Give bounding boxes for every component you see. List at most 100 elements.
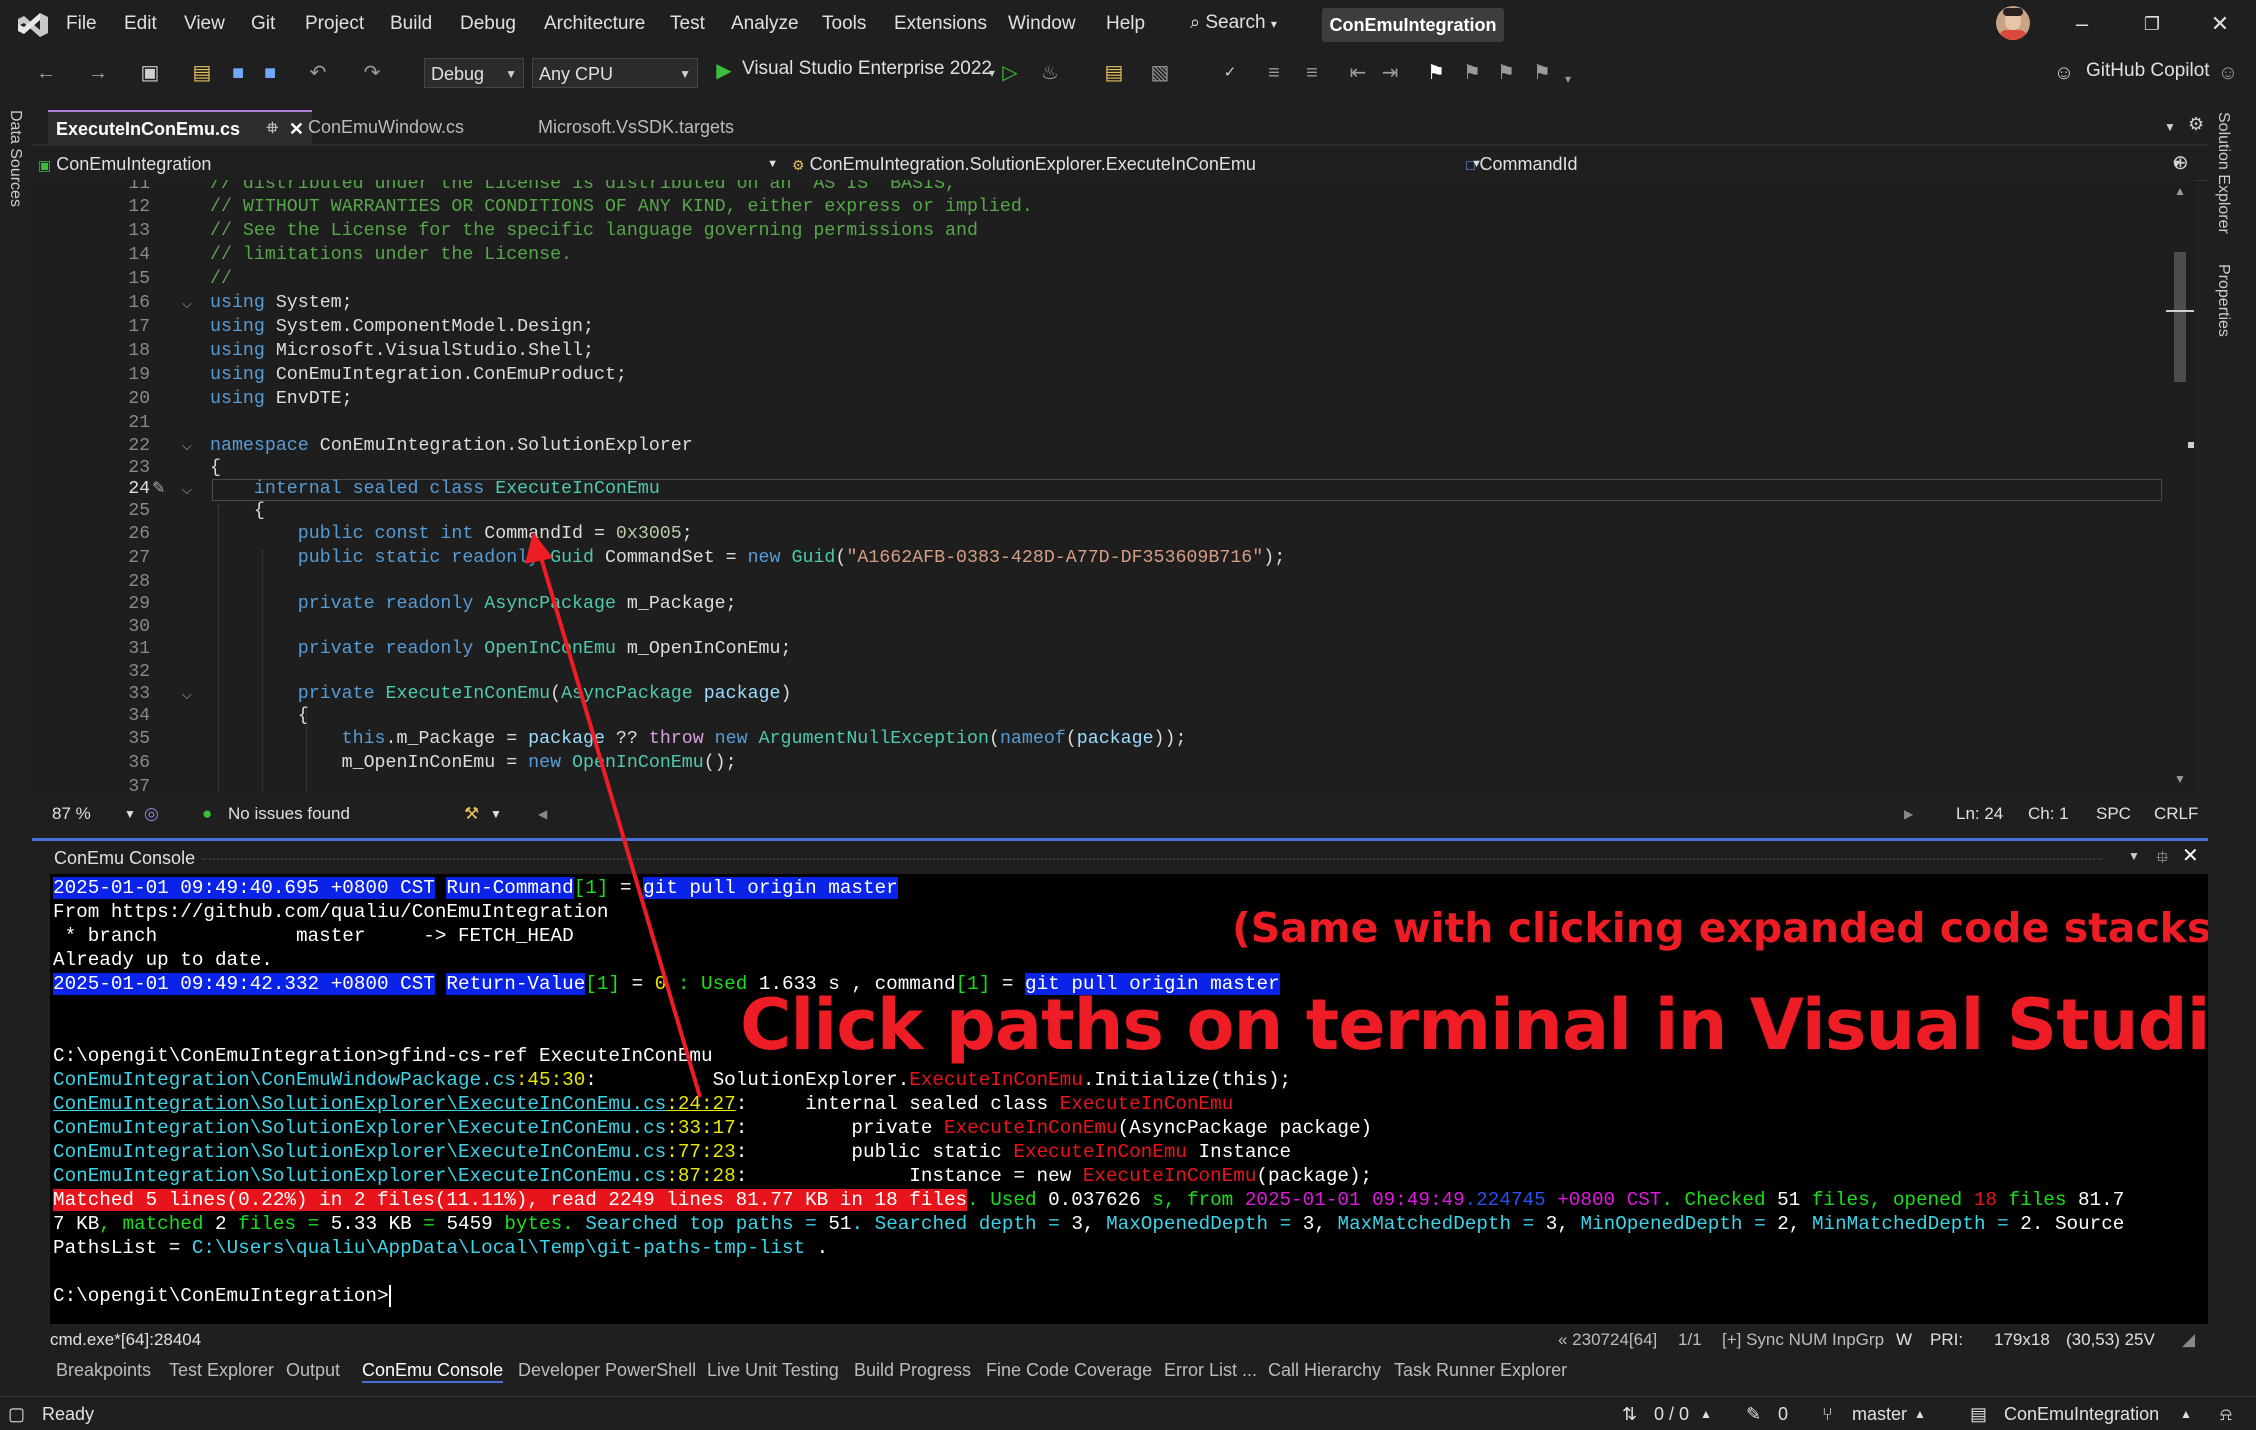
fold-toggle-icon[interactable]: ⌵ bbox=[182, 687, 192, 703]
tab-breakpoints[interactable]: Breakpoints bbox=[56, 1360, 151, 1381]
console-size-indicator[interactable]: 179x18 bbox=[1994, 1330, 2050, 1350]
pending-changes-count[interactable]: 0 bbox=[1778, 1404, 1788, 1425]
data-sources-tab[interactable]: Data Sources bbox=[6, 110, 24, 207]
tab-vssdk-targets[interactable]: Microsoft.VsSDK.targets bbox=[530, 110, 790, 144]
navigate-back-icon[interactable]: ← bbox=[34, 60, 58, 86]
tab-conemu-window[interactable]: ConEmuWindow.cs bbox=[300, 110, 540, 144]
menu-extensions[interactable]: Extensions bbox=[894, 13, 987, 35]
tab-live-unit-testing[interactable]: Live Unit Testing bbox=[707, 1360, 839, 1381]
tab-error-list[interactable]: Error List ... bbox=[1164, 1360, 1257, 1381]
bookmark-icon[interactable]: ⚑ bbox=[1424, 60, 1448, 86]
indent-icon[interactable]: ⇥ bbox=[1378, 60, 1402, 86]
scroll-left-icon[interactable]: ◀ bbox=[538, 807, 547, 821]
clear-bookmarks-icon[interactable]: ⚑ bbox=[1530, 60, 1554, 86]
column-indicator[interactable]: Ch: 1 bbox=[2028, 804, 2069, 824]
fold-toggle-icon[interactable]: ⌵ bbox=[182, 296, 192, 312]
cursor-position-indicator[interactable]: (30,53) 25V bbox=[2066, 1330, 2155, 1350]
menu-analyze[interactable]: Analyze bbox=[731, 13, 799, 35]
console-mode-indicator[interactable]: [+] Sync NUM InpGrp bbox=[1722, 1330, 1884, 1350]
menu-git[interactable]: Git bbox=[251, 13, 275, 35]
panel-grip[interactable] bbox=[202, 858, 2102, 860]
line-ending-indicator[interactable]: CRLF bbox=[2154, 804, 2198, 824]
comment-icon[interactable]: ≡ bbox=[1262, 60, 1286, 86]
tab-call-hierarchy[interactable]: Call Hierarchy bbox=[1268, 1360, 1381, 1381]
notification-icon[interactable]: ▢ bbox=[8, 1404, 25, 1425]
editor-vertical-scrollbar[interactable]: ▲ ▼ bbox=[2166, 180, 2194, 792]
resize-grip-icon[interactable]: ◢ bbox=[2182, 1330, 2195, 1350]
avatar[interactable] bbox=[1996, 6, 2030, 40]
branch-icon[interactable]: ⑂ bbox=[1822, 1404, 1833, 1425]
scroll-right-icon[interactable]: ▶ bbox=[1904, 807, 1913, 821]
pin-icon[interactable]: ⯐ bbox=[267, 112, 278, 146]
menu-test[interactable]: Test bbox=[670, 13, 705, 35]
menu-edit[interactable]: Edit bbox=[124, 13, 157, 35]
fold-toggle-icon[interactable]: ⌵ bbox=[182, 438, 192, 454]
copilot-status-icon[interactable]: ◎ bbox=[144, 804, 159, 824]
tab-build-progress[interactable]: Build Progress bbox=[854, 1360, 971, 1381]
priority-indicator[interactable]: PRI: bbox=[1930, 1330, 1963, 1350]
settings-icon[interactable]: ⚙ bbox=[2188, 114, 2204, 135]
tab-execute-in-conemu[interactable]: ExecuteInConEmu.cs ⯐ ✕ bbox=[48, 110, 312, 144]
copilot-icon[interactable]: ☺ bbox=[2052, 60, 2076, 86]
type-dropdown[interactable]: ⚙ ConEmuIntegration.SolutionExplorer.Exe… bbox=[792, 150, 1482, 178]
menu-help[interactable]: Help bbox=[1106, 13, 1145, 35]
process-indicator[interactable]: cmd.exe*[64]:28404 bbox=[50, 1330, 201, 1350]
github-copilot-button[interactable]: GitHub Copilot bbox=[2086, 60, 2210, 82]
chevron-up-icon[interactable]: ▲ bbox=[1700, 1407, 1712, 1421]
tab-developer-powershell[interactable]: Developer PowerShell bbox=[518, 1360, 696, 1381]
conemu-terminal[interactable]: 2025-01-01 09:49:40.695 +0800 CST Run-Co… bbox=[50, 874, 2208, 1324]
menu-file[interactable]: File bbox=[66, 13, 97, 35]
chevron-up-icon[interactable]: ▲ bbox=[1914, 1407, 1926, 1421]
code-cleanup-icon[interactable]: ⚒ bbox=[464, 804, 479, 824]
navigate-forward-icon[interactable]: → bbox=[86, 60, 110, 86]
search-result-line[interactable]: ConEmuIntegration\SolutionExplorer\Execu… bbox=[53, 1141, 1291, 1163]
menu-debug[interactable]: Debug bbox=[460, 13, 516, 35]
tab-overflow-icon[interactable]: ▼ bbox=[2164, 120, 2176, 134]
pin-icon[interactable]: ⯐ bbox=[2156, 845, 2169, 874]
menu-tools[interactable]: Tools bbox=[822, 13, 866, 35]
redo-icon[interactable]: ↷ bbox=[360, 60, 384, 86]
browse-icon[interactable]: ▤ bbox=[1102, 60, 1126, 86]
open-folder-icon[interactable]: ▤ bbox=[190, 60, 214, 86]
spell-check-icon[interactable]: ✓ bbox=[1218, 60, 1242, 86]
hot-reload-icon[interactable]: ♨ bbox=[1038, 60, 1062, 86]
quick-actions-icon[interactable]: ✎ bbox=[152, 478, 165, 498]
search-result-line[interactable]: ConEmuIntegration\SolutionExplorer\Execu… bbox=[53, 1117, 1372, 1139]
menu-architecture[interactable]: Architecture bbox=[544, 13, 645, 35]
search-result-line-hovered[interactable]: ConEmuIntegration\SolutionExplorer\Execu… bbox=[53, 1093, 1233, 1115]
issues-status[interactable]: No issues found bbox=[228, 804, 350, 824]
next-bookmark-icon[interactable]: ⚑ bbox=[1494, 60, 1518, 86]
search-box[interactable]: ⌕ Search ▾ bbox=[1190, 12, 1277, 34]
new-project-icon[interactable]: ▣ bbox=[138, 60, 162, 86]
toolbar-overflow-icon[interactable]: ▾ bbox=[1556, 66, 1580, 92]
close-button[interactable]: ✕ bbox=[2200, 8, 2240, 40]
tab-test-explorer[interactable]: Test Explorer bbox=[169, 1360, 274, 1381]
minimize-button[interactable]: – bbox=[2062, 8, 2102, 40]
uncomment-icon[interactable]: ≡ bbox=[1300, 60, 1324, 86]
start-without-debugging-icon[interactable]: ▷ bbox=[998, 60, 1022, 86]
menu-window[interactable]: Window bbox=[1008, 13, 1076, 35]
user-feedback-icon[interactable]: ☺ bbox=[2216, 60, 2240, 86]
git-branch[interactable]: master bbox=[1852, 1404, 1907, 1425]
prev-bookmark-icon[interactable]: ⚑ bbox=[1460, 60, 1484, 86]
tab-task-runner-explorer[interactable]: Task Runner Explorer bbox=[1394, 1360, 1567, 1381]
chevron-down-icon[interactable]: ▼ bbox=[490, 807, 502, 821]
notifications-bell-icon[interactable]: ⍾ bbox=[2220, 1404, 2232, 1425]
code-editor[interactable]: 11 12 13 14 15 16 17 18 19 20 21 22 23 2… bbox=[32, 180, 2166, 792]
repository-icon[interactable]: ▤ bbox=[1970, 1404, 1987, 1425]
fold-toggle-icon[interactable]: ⌵ bbox=[182, 482, 192, 498]
whitespace-indicator[interactable]: SPC bbox=[2096, 804, 2131, 824]
zoom-level[interactable]: 87 % bbox=[52, 804, 91, 824]
pending-changes-icon[interactable]: ✎ bbox=[1746, 1404, 1761, 1425]
search-result-line[interactable]: ConEmuIntegration\ConEmuWindowPackage.cs… bbox=[53, 1069, 1291, 1091]
console-w-indicator[interactable]: W bbox=[1896, 1330, 1912, 1350]
save-icon[interactable]: ■ bbox=[226, 60, 250, 86]
undo-icon[interactable]: ↶ bbox=[306, 60, 330, 86]
solution-platform-select[interactable]: Any CPU ▼ bbox=[532, 58, 698, 88]
outdent-icon[interactable]: ⇤ bbox=[1346, 60, 1370, 86]
scroll-up-icon[interactable]: ▲ bbox=[2174, 184, 2186, 198]
tab-fine-code-coverage[interactable]: Fine Code Coverage bbox=[986, 1360, 1152, 1381]
git-repository[interactable]: ConEmuIntegration bbox=[2004, 1404, 2159, 1425]
line-indicator[interactable]: Ln: 24 bbox=[1956, 804, 2003, 824]
project-dropdown[interactable]: ▣ ConEmuIntegration ▼ bbox=[38, 150, 778, 178]
